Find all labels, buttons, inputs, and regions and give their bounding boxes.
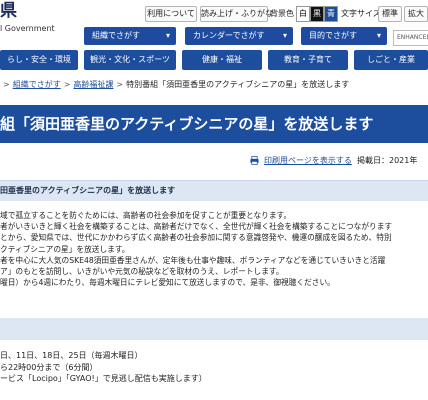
nav-item-life-safety[interactable]: らし・安全・環境	[0, 50, 78, 70]
post-date: 掲載日：2021年	[357, 156, 418, 165]
breadcrumb-separator: >	[3, 80, 10, 89]
bg-black-button[interactable]: 黒	[310, 6, 324, 22]
broadcast-schedule: 日、11日、18日、25日（毎週木曜日） ら22時00分まで（6分間） ービス「…	[0, 350, 207, 385]
print-page-link[interactable]: 印刷用ページを表示する	[264, 155, 352, 167]
schedule-streaming: ービス「Locipo」「GYAO!」で見逃し配信も実施します）	[0, 374, 207, 383]
breadcrumb-separator: >	[116, 80, 124, 89]
breadcrumb-separator: >	[63, 80, 71, 89]
text-size-normal-button[interactable]: 標準	[378, 6, 402, 22]
breadcrumb-organization[interactable]: 組織でさがす	[13, 80, 61, 89]
text-size-large-button[interactable]: 拡大	[404, 6, 428, 22]
breadcrumb-elderly-welfare[interactable]: 高齢福祉課	[73, 80, 113, 89]
body-paragraph: 者がいきいきと輝く社会を構築することは、高齢者だけでなく、全世代が輝く社会を構築…	[0, 222, 393, 232]
dropdown-organization[interactable]: 組織でさがす ▾	[84, 27, 176, 45]
chevron-down-icon: ▾	[376, 31, 381, 40]
lead-heading: 田亜香里のアクティブシニアの星」を放送します	[0, 186, 176, 195]
site-logo[interactable]: 県	[0, 1, 17, 21]
dropdown-calendar-label: カレンダーでさがす	[193, 31, 265, 40]
breadcrumb: > 組織でさがす > 高齢福祉課 > 特別番組「須田亜香里のアクティブシニアの星」を放送し…	[0, 79, 349, 91]
section-heading-bar	[0, 318, 428, 340]
nav-item-work[interactable]: しごと・産業	[354, 50, 428, 70]
body-paragraph: ア」のもとを訪問し、いきがいや元気の秘訣などを取材のうえ、レポートします。	[0, 267, 284, 277]
global-nav: らし・安全・環境 観光・文化・スポーツ 健康・福祉 教育・子育て しごと・産業	[0, 50, 428, 70]
chevron-down-icon: ▾	[165, 31, 170, 40]
body-paragraph: 者を中心に大人気のSKE48須田亜香里さんが、定年後も仕事や趣味、ボランティアな…	[0, 255, 386, 265]
bg-color-label: 背景色	[270, 9, 294, 18]
dropdown-purpose[interactable]: 目的でさがす ▾	[301, 27, 387, 45]
article-body: 域で孤立することを防ぐためには、高齢者の社会参加を促すことが重要となります。 者…	[0, 210, 428, 288]
lead-heading-box: 田亜香里のアクティブシニアの星」を放送します	[0, 180, 428, 201]
site-logo-subtitle: l Government	[0, 24, 55, 33]
bg-blue-button[interactable]: 青	[324, 6, 338, 22]
nav-item-education[interactable]: 教育・子育て	[268, 50, 348, 70]
body-paragraph: クティブシニアの星」を放送します。	[0, 244, 130, 254]
printer-icon	[250, 156, 259, 165]
usage-guide-link[interactable]: 利用について	[145, 6, 197, 22]
chevron-down-icon: ▾	[282, 31, 287, 40]
body-paragraph: 曜日）から4週にわたり、毎週木曜日にテレビ愛知にて放送しますので、是非、御視聴く…	[0, 278, 335, 288]
schedule-dates: 日、11日、18日、25日（毎週木曜日）	[0, 351, 143, 360]
body-paragraph: とから、愛知県では、世代にかかわらず広く高齢者の社会参加に関する意識啓発や、機運…	[0, 233, 392, 243]
page-title-bar: 組「須田亜香里のアクティブシニアの星」を放送します	[0, 105, 428, 143]
read-aloud-link[interactable]: 読み上げ・ふりがな	[200, 6, 273, 22]
site-header: 県 l Government 利用について 読み上げ・ふりがな 背景色 白 黒 …	[0, 0, 428, 46]
page-title: 組「須田亜香里のアクティブシニアの星」を放送します	[0, 115, 374, 133]
site-search-input[interactable]: ENHANCED BY G	[393, 30, 428, 46]
schedule-time: ら22時00分まで（6分間）	[0, 362, 98, 372]
dropdown-organization-label: 組織でさがす	[92, 31, 140, 40]
nav-item-health[interactable]: 健康・福祉	[182, 50, 262, 70]
text-size-label: 文字サイズ	[341, 9, 381, 18]
breadcrumb-current: 特別番組「須田亜香里のアクティブシニアの星」を放送します	[126, 80, 350, 89]
dropdown-calendar[interactable]: カレンダーでさがす ▾	[185, 27, 293, 45]
bg-white-button[interactable]: 白	[296, 6, 310, 22]
body-paragraph: 域で孤立することを防ぐためには、高齢者の社会参加を促すことが重要となります。	[0, 211, 292, 220]
nav-item-tourism[interactable]: 観光・文化・スポーツ	[84, 50, 176, 70]
dropdown-purpose-label: 目的でさがす	[309, 31, 357, 40]
